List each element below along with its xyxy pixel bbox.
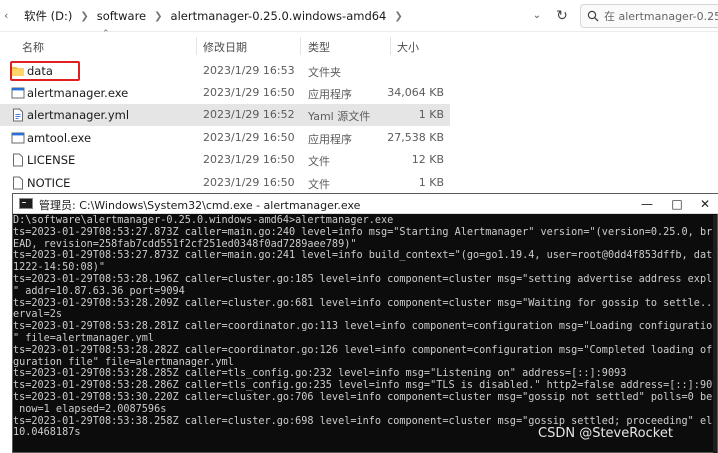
terminal-line: ts=2023-01-29T08:53:27.873Z caller=main.… bbox=[13, 226, 715, 238]
terminal-line: ts=2023-01-29T08:53:28.281Z caller=coord… bbox=[13, 321, 715, 333]
terminal-line: ts=2023-01-29T08:53:28.196Z caller=clust… bbox=[13, 273, 715, 285]
column-size[interactable]: 大小 bbox=[397, 39, 419, 55]
file-type: 应用程序 bbox=[308, 133, 352, 146]
chevron-right-icon[interactable]: ❯ bbox=[150, 11, 166, 22]
file-type: 文件夹 bbox=[308, 66, 341, 79]
file-name: alertmanager.exe bbox=[27, 86, 129, 100]
terminal-line: ts=2023-01-29T08:53:30.220Z caller=clust… bbox=[13, 391, 715, 403]
file-name: amtool.exe bbox=[27, 131, 92, 145]
breadcrumb-item-folder[interactable]: alertmanager-0.25.0.windows-amd64 bbox=[167, 9, 391, 23]
minimize-button[interactable]: — bbox=[633, 194, 661, 214]
chevron-left-icon[interactable]: ‹ bbox=[4, 9, 14, 23]
file-size: 27,538 KB bbox=[387, 131, 444, 144]
refresh-icon[interactable]: ↻ bbox=[552, 6, 572, 26]
terminal-line: ts=2023-01-29T08:53:28.209Z caller=clust… bbox=[13, 297, 715, 309]
column-date[interactable]: 修改日期 bbox=[203, 39, 247, 55]
file-name: NOTICE bbox=[27, 176, 71, 190]
breadcrumb: 软件 (D:) ❯ software ❯ alertmanager-0.25.0… bbox=[20, 0, 407, 32]
yaml-file-icon bbox=[13, 108, 23, 122]
file-row-notice[interactable]: NOTICE 2023/1/29 16:50 文件 1 KB bbox=[0, 172, 450, 194]
file-type: 文件 bbox=[308, 155, 330, 168]
file-row-alertmanager-yml[interactable]: alertmanager.yml 2023/1/29 16:52 Yaml 源文… bbox=[0, 104, 450, 126]
file-row-amtool-exe[interactable]: amtool.exe 2023/1/29 16:50 应用程序 27,538 K… bbox=[0, 127, 450, 149]
chevron-right-icon[interactable]: ❯ bbox=[76, 11, 92, 22]
breadcrumb-item-software[interactable]: software bbox=[93, 9, 150, 23]
file-row-license[interactable]: LICENSE 2023/1/29 16:50 文件 12 KB bbox=[0, 149, 450, 171]
file-name: LICENSE bbox=[27, 153, 76, 167]
close-button[interactable]: ✕ bbox=[691, 194, 718, 214]
terminal-line: ts=2023-01-29T08:53:28.285Z caller=tls_c… bbox=[13, 368, 627, 380]
sort-ascending-icon: ⌃ bbox=[102, 29, 110, 39]
cmd-window: 管理员: C:\Windows\System32\cmd.exe - alert… bbox=[12, 193, 718, 453]
terminal-output[interactable]: D:\software\alertmanager-0.25.0.windows-… bbox=[13, 215, 715, 453]
chevron-down-icon[interactable]: ⌄ bbox=[527, 6, 547, 26]
watermark: CSDN @SteveRocket bbox=[538, 426, 673, 441]
app-icon bbox=[11, 87, 25, 99]
file-date: 2023/1/29 16:50 bbox=[203, 176, 295, 189]
column-divider[interactable] bbox=[196, 37, 197, 55]
terminal-line: now=1 elapsed=2.0087596s bbox=[13, 403, 167, 415]
maximize-button[interactable]: □ bbox=[663, 194, 691, 214]
file-date: 2023/1/29 16:50 bbox=[203, 131, 295, 144]
terminal-line: ts=2023-01-29T08:53:28.286Z caller=tls_c… bbox=[13, 380, 715, 392]
terminal-line: " addr=10.87.63.36 port=9094 bbox=[13, 285, 185, 297]
file-size: 34,064 KB bbox=[387, 86, 444, 99]
file-row-alertmanager-exe[interactable]: alertmanager.exe 2023/1/29 16:50 应用程序 34… bbox=[0, 82, 450, 104]
terminal-line: erval=2s bbox=[13, 309, 63, 321]
terminal-line: ts=2023-01-29T08:53:28.282Z caller=coord… bbox=[13, 344, 715, 356]
cmd-title: 管理员: C:\Windows\System32\cmd.exe - alert… bbox=[39, 199, 361, 212]
search-box[interactable] bbox=[580, 4, 718, 28]
chevron-right-icon[interactable]: ❯ bbox=[390, 11, 406, 22]
search-icon bbox=[587, 10, 599, 22]
terminal-line: ts=2023-01-29T08:53:27.873Z caller=main.… bbox=[13, 250, 715, 262]
terminal-icon bbox=[19, 198, 33, 209]
breadcrumb-item-drive[interactable]: 软件 (D:) bbox=[20, 8, 76, 24]
column-type[interactable]: 类型 bbox=[308, 39, 330, 55]
terminal-line: EAD, revision=258fab7cdd551f2cf251ed0348… bbox=[13, 238, 357, 250]
terminal-line: 1222-14:50:08)" bbox=[13, 262, 106, 274]
file-size: 12 KB bbox=[411, 153, 444, 166]
file-type: Yaml 源文件 bbox=[308, 110, 371, 123]
column-divider[interactable] bbox=[300, 37, 301, 55]
annotation-highlight-box bbox=[10, 61, 80, 81]
file-size: 1 KB bbox=[418, 176, 444, 189]
file-name: alertmanager.yml bbox=[27, 108, 130, 122]
file-size: 1 KB bbox=[418, 108, 444, 121]
file-icon bbox=[13, 176, 23, 190]
file-type: 应用程序 bbox=[308, 88, 352, 101]
cmd-titlebar[interactable]: 管理员: C:\Windows\System32\cmd.exe - alert… bbox=[13, 194, 718, 214]
file-date: 2023/1/29 16:53 bbox=[203, 64, 295, 77]
file-date: 2023/1/29 16:50 bbox=[203, 86, 295, 99]
scrollbar[interactable] bbox=[713, 215, 717, 453]
search-input[interactable] bbox=[604, 9, 718, 23]
file-type: 文件 bbox=[308, 178, 330, 191]
file-date: 2023/1/29 16:50 bbox=[203, 153, 295, 166]
terminal-line: guration file" file=alertmanager.yml bbox=[13, 356, 234, 368]
address-bar: ‹ 软件 (D:) ❯ software ❯ alertmanager-0.25… bbox=[0, 0, 718, 32]
file-icon bbox=[13, 153, 23, 167]
app-icon bbox=[11, 132, 25, 144]
terminal-line: D:\software\alertmanager-0.25.0.windows-… bbox=[13, 215, 394, 226]
terminal-line: " file=alertmanager.yml bbox=[13, 332, 155, 344]
column-name[interactable]: 名称 bbox=[22, 39, 44, 55]
column-divider[interactable] bbox=[390, 37, 391, 55]
file-date: 2023/1/29 16:52 bbox=[203, 108, 295, 121]
